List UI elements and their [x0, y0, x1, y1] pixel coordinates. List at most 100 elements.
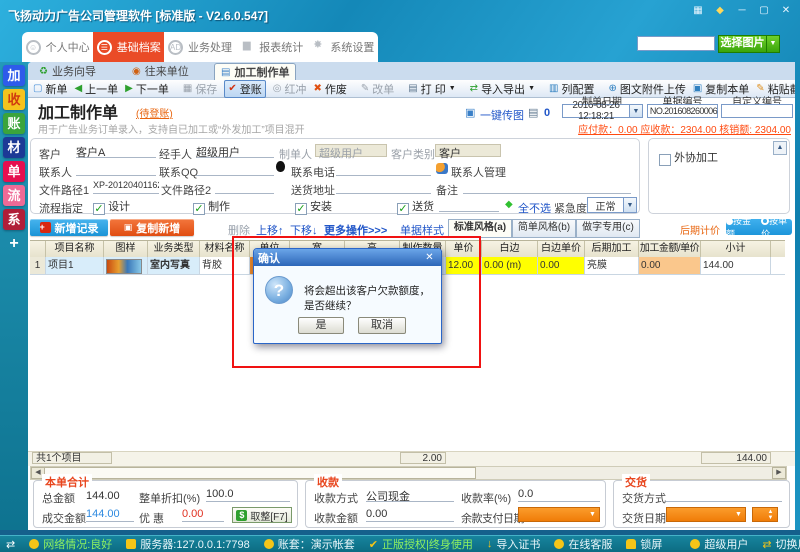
- reverse-button[interactable]: ◎ 红冲: [273, 81, 307, 97]
- select-none-link[interactable]: 全不选: [518, 200, 551, 216]
- tab-business-wizard[interactable]: ♻ 业务向导: [33, 64, 102, 80]
- margin-cell[interactable]: 0.00 (m): [482, 257, 538, 275]
- nav-item-business[interactable]: AD 业务处理: [164, 32, 235, 62]
- note-field[interactable]: [463, 180, 631, 194]
- void-button[interactable]: ✖ 作废: [313, 81, 346, 97]
- maximize-button[interactable]: ▢: [756, 4, 772, 17]
- image-path-input[interactable]: [637, 36, 715, 51]
- column-header[interactable]: 白边: [482, 241, 538, 258]
- modify-button[interactable]: ✎ 改单: [361, 81, 394, 97]
- close-button[interactable]: ✕: [778, 4, 794, 17]
- column-header[interactable]: 图样: [104, 241, 148, 258]
- flow-option-deliver[interactable]: ✓ 送货: [397, 198, 434, 215]
- contact-manager-link[interactable]: 联系人管理: [451, 164, 506, 180]
- flow-option-design[interactable]: ✓ 设计: [93, 198, 130, 215]
- radio-by-unit[interactable]: 按单价: [761, 214, 792, 240]
- balance-date-dropdown[interactable]: ▼: [518, 507, 600, 522]
- delivery-address-field[interactable]: [336, 180, 431, 194]
- next-order-button[interactable]: ▶ 下一单: [125, 81, 169, 97]
- sidebar-item-system[interactable]: 系: [3, 209, 25, 230]
- sidebar-add-button[interactable]: +: [3, 233, 25, 254]
- prev-order-button[interactable]: ◀ 上一单: [74, 81, 118, 97]
- payment-method-field[interactable]: 公司现金: [366, 488, 454, 503]
- payment-amount-field[interactable]: 0.00: [366, 508, 454, 522]
- artwork-thumbnail[interactable]: [106, 259, 142, 274]
- column-header[interactable]: 项目名称: [46, 241, 104, 258]
- sidebar-item-account[interactable]: 账: [3, 113, 25, 134]
- pick-image-button[interactable]: 选择图片: [718, 35, 767, 53]
- sidebar-item-receive[interactable]: 收: [3, 89, 25, 110]
- chevron-down-icon[interactable]: ▼: [623, 198, 636, 212]
- urgency-combo[interactable]: 正常 ▼: [587, 197, 637, 213]
- discount-field[interactable]: 100.0: [206, 488, 290, 502]
- phone-field[interactable]: [336, 162, 431, 176]
- payment-rate-field[interactable]: 0.0: [518, 488, 600, 502]
- deal-amount-field[interactable]: 144.00: [86, 508, 134, 522]
- customer-field[interactable]: 客户A: [76, 144, 156, 159]
- chevron-down-icon[interactable]: ▼: [629, 105, 642, 117]
- sidebar-item-order[interactable]: 单: [3, 161, 25, 182]
- nav-item-settings[interactable]: ✸ 系统设置: [307, 32, 378, 62]
- tab-work-order[interactable]: ▤ 加工制作单: [214, 63, 297, 81]
- scrollbar-thumb[interactable]: [44, 467, 476, 479]
- qq-field[interactable]: [196, 162, 274, 176]
- nav-item-reports[interactable]: ▆ 报表统计: [236, 32, 307, 62]
- qq-icon[interactable]: [276, 161, 285, 172]
- horizontal-scrollbar[interactable]: ◀ ▶: [30, 466, 787, 480]
- pick-image-dropdown[interactable]: ▼: [766, 35, 780, 53]
- printer-icon[interactable]: ▤: [528, 106, 538, 119]
- subtotal-cell[interactable]: 144.00: [701, 257, 771, 275]
- sidebar-item-material[interactable]: 材: [3, 137, 25, 158]
- sidebar-item-flow[interactable]: 流: [3, 185, 25, 206]
- radio-by-amount[interactable]: 按金额: [726, 214, 756, 240]
- skin-icon[interactable]: ◆: [712, 4, 728, 17]
- delivery-time-spinner[interactable]: ▲ ▼: [752, 507, 778, 522]
- scroll-right-button[interactable]: ▶: [772, 467, 786, 479]
- balance-summary[interactable]: 应付款：0.00 应收款：2304.00 核销额: 2304.00: [578, 121, 791, 136]
- handler-field[interactable]: 超级用户: [196, 144, 274, 159]
- post-process-cell[interactable]: 亮膜: [585, 257, 639, 275]
- outsource-option[interactable]: ✓ 外协加工: [659, 149, 718, 166]
- minimize-button[interactable]: ─: [734, 4, 750, 17]
- switch-user-button[interactable]: ⇄切换用户: [762, 536, 800, 552]
- column-header[interactable]: 白边单价: [538, 241, 585, 258]
- import-export-button[interactable]: ⇄ 导入导出 ▼: [470, 81, 535, 97]
- flow-option-make[interactable]: ✓ 制作: [193, 198, 230, 215]
- style-tab-lettering[interactable]: 做字专用(c): [576, 219, 640, 238]
- status-badge[interactable]: (待登账): [136, 105, 173, 120]
- column-header[interactable]: [30, 241, 46, 258]
- clipboard-icon[interactable]: ▦: [690, 4, 706, 17]
- column-header[interactable]: 小计: [701, 241, 771, 258]
- quick-upload-link[interactable]: 一键传图: [480, 107, 524, 123]
- round-button[interactable]: $ 取整[F7]: [232, 507, 292, 523]
- sidebar-item-add[interactable]: 加: [3, 65, 25, 86]
- custom-no-input[interactable]: [721, 104, 793, 118]
- new-order-button[interactable]: ▢ 新单: [33, 81, 67, 97]
- off-field[interactable]: 0.00: [182, 508, 224, 522]
- delivery-method-field[interactable]: [666, 488, 782, 502]
- lock-screen-button[interactable]: 锁屏: [626, 536, 662, 552]
- flow-option-install[interactable]: ✓ 安装: [295, 198, 332, 215]
- business-type-cell[interactable]: 室内写真: [148, 257, 200, 275]
- post-ledger-button[interactable]: ✔ 登账: [224, 79, 266, 98]
- file-path1-field[interactable]: XP-201204011627:C:\: [93, 180, 159, 194]
- margin-price-cell[interactable]: 0.00: [538, 257, 585, 275]
- column-header[interactable]: 业务类型: [148, 241, 200, 258]
- column-header[interactable]: 后期加工: [585, 241, 639, 258]
- style-tab-simple[interactable]: 简单风格(b): [512, 219, 576, 238]
- nav-item-personal[interactable]: ☺ 个人中心: [22, 32, 93, 62]
- online-service-button[interactable]: 在线客服: [554, 536, 612, 552]
- contact-field[interactable]: [76, 162, 156, 176]
- collapse-button[interactable]: ▲: [773, 141, 787, 155]
- import-cert-button[interactable]: ↓ 导入证书: [487, 536, 541, 552]
- file-path2-field[interactable]: [215, 180, 274, 194]
- tab-partners[interactable]: ◉ 往来单位: [126, 64, 195, 80]
- print-button[interactable]: ▤ 打 印 ▼: [408, 81, 455, 97]
- add-record-button[interactable]: + 新增记录: [30, 219, 108, 236]
- thumbnail-cell[interactable]: [104, 257, 148, 275]
- nav-item-base-archive[interactable]: ☰ 基础档案: [93, 32, 165, 62]
- process-amount-cell[interactable]: 0.00: [639, 257, 701, 275]
- flow-extra-field[interactable]: [439, 198, 499, 212]
- order-date-combo[interactable]: 2016-08-26 12:18:21 ▼: [562, 100, 643, 122]
- save-button[interactable]: ▦ 保存: [183, 81, 217, 97]
